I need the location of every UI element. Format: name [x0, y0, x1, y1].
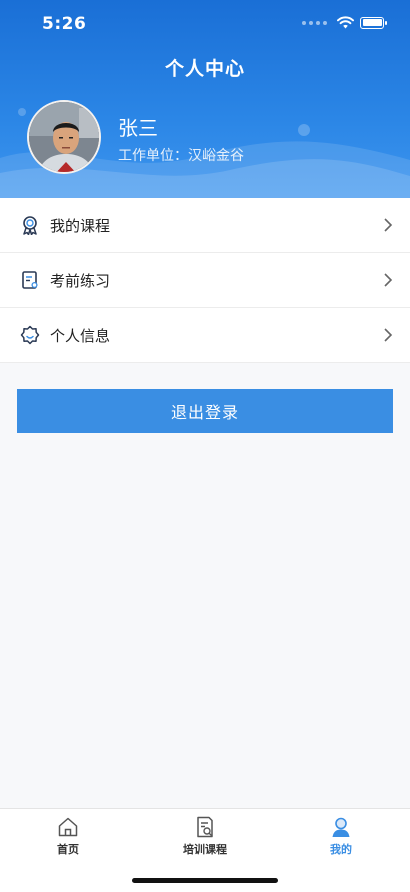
profile-header: 5:26 个人中心 张三 工作单位：汉峪金谷 [0, 0, 410, 198]
page-title: 个人中心 [164, 58, 245, 80]
menu-item-exam-practice[interactable]: 考前练习 [0, 253, 410, 308]
tab-home[interactable]: 首页 [28, 815, 108, 857]
battery-icon [360, 16, 387, 29]
award-icon [20, 215, 40, 235]
status-icons [302, 16, 387, 29]
menu-item-personal-info[interactable]: 个人信息 [0, 308, 410, 363]
tab-training-courses[interactable]: 培训课程 [165, 815, 245, 857]
home-icon [58, 817, 78, 837]
chevron-right-icon [384, 218, 393, 232]
avatar[interactable] [27, 100, 101, 174]
status-time: 5:26 [42, 14, 87, 34]
menu-item-my-courses[interactable]: 我的课程 [0, 198, 410, 253]
logout-button[interactable]: 退出登录 [17, 389, 393, 433]
chevron-right-icon [384, 328, 393, 342]
menu-item-label: 考前练习 [50, 271, 111, 290]
menu-list: 我的课程 考前练习 个人信息 [0, 198, 410, 363]
menu-item-label: 我的课程 [50, 216, 111, 235]
chevron-right-icon [384, 273, 393, 287]
user-name: 张三 [118, 116, 158, 140]
tab-label: 我的 [330, 843, 352, 856]
user-organization: 工作单位：汉峪金谷 [118, 148, 244, 164]
decor-bubble [18, 108, 26, 116]
home-indicator [132, 878, 278, 883]
signal-icon [302, 20, 327, 25]
profile-badge-icon [20, 325, 40, 345]
course-search-icon [197, 816, 213, 838]
menu-item-label: 个人信息 [50, 326, 111, 345]
user-icon [332, 817, 350, 837]
status-bar: 5:26 [0, 0, 410, 46]
tab-mine[interactable]: 我的 [301, 815, 381, 857]
tab-label: 首页 [57, 843, 79, 856]
exam-doc-icon [20, 270, 40, 290]
tab-label: 培训课程 [183, 843, 227, 856]
wifi-icon [337, 16, 354, 29]
